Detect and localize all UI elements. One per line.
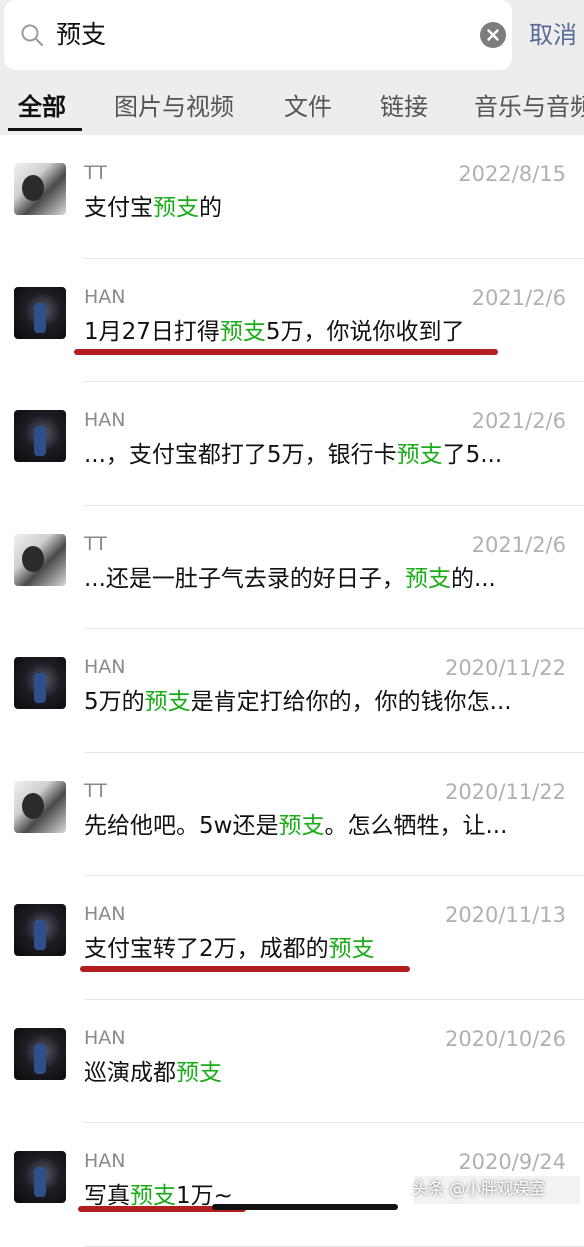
list-item[interactable]: HAN 2021/2/6 1月27日打得预支5万，你说你收到了 xyxy=(0,259,584,382)
message-date: 2022/8/15 xyxy=(458,162,566,186)
snippet-text: 先给他吧。5w还是 xyxy=(84,812,279,839)
avatar xyxy=(14,286,66,339)
keyword-highlight: 预支 xyxy=(278,812,325,839)
list-item[interactable]: HAN 2020/11/13 支付宝转了2万，成都的预支 xyxy=(0,876,584,1000)
avatar xyxy=(14,410,66,462)
search-header: 预支 取消 xyxy=(0,0,584,80)
tab-all[interactable]: 全部 xyxy=(18,90,66,124)
cancel-button[interactable]: 取消 xyxy=(529,17,577,53)
tab-links[interactable]: 链接 xyxy=(380,90,428,124)
snippet-text: ...还是一肚子气去录的好日子， xyxy=(84,565,405,592)
list-item[interactable]: HAN 2020/10/26 巡演成都预支 xyxy=(0,1000,584,1123)
list-item[interactable]: TT 2022/8/15 支付宝预支的 xyxy=(0,135,584,259)
list-item[interactable]: HAN 2021/2/6 ...，支付宝都打了5万，银行卡预支了5... xyxy=(0,382,584,506)
annotation-underline xyxy=(80,966,410,972)
avatar xyxy=(14,1151,66,1203)
message-snippet: 支付宝预支的 xyxy=(84,191,566,225)
keyword-highlight: 预支 xyxy=(328,936,375,962)
watermark: 头条 @小胖观娱室 xyxy=(412,1179,546,1198)
message-snippet: ...，支付宝都打了5万，银行卡预支了5... xyxy=(84,438,566,472)
keyword-highlight: 预支 xyxy=(144,689,191,715)
message-snippet: ...还是一肚子气去录的好日子，预支的... xyxy=(84,562,566,596)
message-snippet: 先给他吧。5w还是预支。怎么牺牲，让... xyxy=(84,809,566,843)
avatar xyxy=(14,657,66,709)
message-date: 2021/2/6 xyxy=(471,409,566,433)
clear-icon[interactable] xyxy=(480,22,506,48)
avatar xyxy=(14,904,66,956)
divider xyxy=(84,1245,584,1247)
tab-media[interactable]: 图片与视频 xyxy=(114,90,234,124)
snippet-text: 了5... xyxy=(442,442,503,468)
list-item[interactable]: TT 2020/11/22 先给他吧。5w还是预支。怎么牺牲，让... xyxy=(0,753,584,876)
keyword-highlight: 预支 xyxy=(396,442,443,468)
sender-name: TT xyxy=(84,162,107,184)
snippet-text: 巡演成都 xyxy=(84,1059,176,1086)
message-date: 2020/11/22 xyxy=(444,779,566,804)
snippet-text: 支付宝 xyxy=(84,195,153,221)
keyword-highlight: 预支 xyxy=(404,565,451,592)
message-snippet: 支付宝转了2万，成都的预支 xyxy=(84,932,566,966)
search-icon xyxy=(21,24,43,46)
active-tab-indicator xyxy=(8,128,82,131)
list-item[interactable]: TT 2021/2/6 ...还是一肚子气去录的好日子，预支的... xyxy=(0,506,584,629)
message-snippet: 1月27日打得预支5万，你说你收到了 xyxy=(84,315,566,349)
annotation-underline xyxy=(74,349,498,355)
sender-name: HAN xyxy=(84,903,126,925)
message-snippet: 巡演成都预支 xyxy=(84,1056,566,1090)
category-tabs: 全部 图片与视频 文件 链接 音乐与音频 xyxy=(0,80,584,135)
avatar xyxy=(14,1027,66,1080)
snippet-text: 的 xyxy=(199,195,222,221)
message-date: 2020/11/22 xyxy=(444,656,566,680)
sender-name: HAN xyxy=(84,409,126,431)
message-date: 2021/2/6 xyxy=(471,285,566,310)
sender-name: HAN xyxy=(84,656,126,678)
snippet-text: 5万，你说你收到了 xyxy=(265,318,465,345)
avatar xyxy=(14,163,66,215)
avatar xyxy=(14,780,66,833)
snippet-text: 是肯定打给你的，你的钱你怎... xyxy=(190,689,512,715)
keyword-highlight: 预支 xyxy=(219,318,266,345)
snippet-text: 5万的 xyxy=(84,689,145,715)
message-date: 2021/2/6 xyxy=(471,532,566,557)
search-box[interactable]: 预支 xyxy=(4,0,512,70)
snippet-text: 。怎么牺牲，让... xyxy=(324,812,508,839)
tab-audio[interactable]: 音乐与音频 xyxy=(474,90,584,124)
message-snippet: 5万的预支是肯定打给你的，你的钱你怎... xyxy=(84,685,566,719)
snippet-text: 的... xyxy=(450,565,496,592)
snippet-text: ...，支付宝都打了5万，银行卡 xyxy=(84,442,397,468)
tab-files[interactable]: 文件 xyxy=(284,90,332,124)
keyword-highlight: 预支 xyxy=(153,195,199,221)
keyword-highlight: 预支 xyxy=(176,1059,222,1086)
sender-name: HAN xyxy=(84,1150,126,1172)
sender-name: TT xyxy=(84,779,107,802)
list-item[interactable]: HAN 2020/11/22 5万的预支是肯定打给你的，你的钱你怎... xyxy=(0,629,584,753)
message-date: 2020/9/24 xyxy=(458,1150,566,1174)
search-input[interactable]: 预支 xyxy=(56,17,106,53)
snippet-text: 1月27日打得 xyxy=(84,318,220,345)
sender-name: TT xyxy=(84,532,107,555)
sender-name: HAN xyxy=(84,285,126,308)
message-date: 2020/10/26 xyxy=(444,1026,566,1051)
home-indicator xyxy=(212,1204,398,1210)
snippet-text: 支付宝转了2万，成都的 xyxy=(84,936,329,962)
message-date: 2020/11/13 xyxy=(444,903,566,927)
sender-name: HAN xyxy=(84,1026,126,1049)
avatar xyxy=(14,533,66,586)
